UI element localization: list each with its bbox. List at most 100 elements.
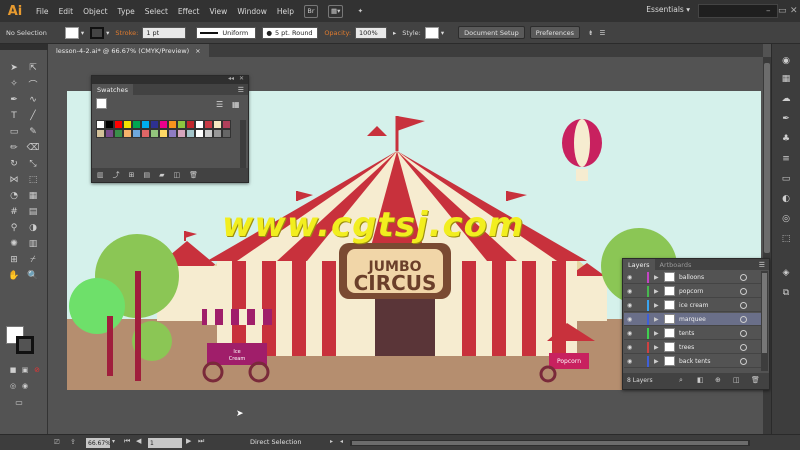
swatch-item[interactable] — [132, 129, 141, 138]
panel-menu-icon[interactable]: ☰ — [238, 86, 244, 94]
swatch-item[interactable] — [96, 120, 105, 129]
close-icon[interactable]: ✕ — [790, 6, 798, 16]
layer-row[interactable]: ◉ ▶ popcorn — [624, 285, 768, 298]
width-tool-icon[interactable]: ⋈ — [7, 174, 21, 186]
list-view-icon[interactable]: ☰ — [216, 100, 223, 109]
fill-color-swatch[interactable] — [64, 26, 79, 39]
layers-menu-icon[interactable]: ☰ — [759, 261, 765, 269]
graphic-style-swatch[interactable] — [424, 26, 439, 39]
new-swatch-icon[interactable]: ◫ — [174, 171, 181, 179]
delete-swatch-icon[interactable]: 🗑 — [189, 171, 198, 179]
swatch-item[interactable] — [204, 120, 213, 129]
layer-row[interactable]: ◉ ▶ tents — [624, 327, 768, 340]
none-mode-icon[interactable]: ⊘ — [30, 364, 44, 376]
transparency-panel-icon[interactable]: ◐ — [778, 192, 794, 206]
swatch-item[interactable] — [177, 120, 186, 129]
pencil-tool-icon[interactable]: ✏ — [7, 142, 21, 154]
swatch-item[interactable] — [222, 129, 231, 138]
free-transform-tool-icon[interactable]: ⬚ — [26, 174, 40, 186]
layer-name[interactable]: back tents — [679, 358, 737, 365]
scale-tool-icon[interactable]: ⤡ — [26, 158, 40, 170]
swatch-item[interactable] — [222, 120, 231, 129]
zoom-dropdown-icon[interactable]: ▾ — [112, 438, 115, 445]
brush-label[interactable]: 5 pt. Round — [275, 29, 313, 37]
current-fill-swatch[interactable] — [96, 98, 107, 109]
layer-target-icon[interactable] — [740, 301, 747, 309]
swatch-item[interactable] — [114, 129, 123, 138]
layer-target-icon[interactable] — [740, 287, 747, 295]
menu-help[interactable]: Help — [277, 7, 294, 16]
swatch-item[interactable] — [105, 129, 114, 138]
swatch-item[interactable] — [123, 120, 132, 129]
layer-row[interactable]: ◉ ▶ trees — [624, 341, 768, 354]
swatch-item[interactable] — [186, 120, 195, 129]
color-guide-icon[interactable]: ▦ — [778, 72, 794, 86]
new-layer-icon[interactable]: ◫ — [733, 376, 740, 384]
document-tab[interactable]: lesson-4-2.ai* @ 66.67% (CMYK/Preview) × — [48, 44, 209, 57]
maximize-icon[interactable]: ▭ — [778, 6, 787, 16]
color-panel-icon[interactable]: ◉ — [778, 54, 794, 68]
visibility-eye-icon[interactable]: ◉ — [627, 358, 637, 365]
swatch-item[interactable] — [177, 129, 186, 138]
swatch-item[interactable] — [96, 129, 105, 138]
swatch-item[interactable] — [168, 129, 177, 138]
status-arrow-left-icon[interactable]: ◂ — [340, 438, 343, 445]
menu-effect[interactable]: Effect — [178, 7, 200, 16]
artboard-number[interactable]: 1 — [150, 440, 154, 447]
visibility-eye-icon[interactable]: ◉ — [627, 330, 637, 337]
layers-scrollbar[interactable] — [761, 271, 768, 371]
draw-behind-icon[interactable]: ◉ — [18, 380, 32, 392]
delete-layer-icon[interactable]: 🗑 — [751, 376, 760, 384]
menu-file[interactable]: File — [36, 7, 49, 16]
stroke-weight-value[interactable]: 1 pt — [146, 29, 159, 37]
gradient-tool-icon[interactable]: ▤ — [26, 206, 40, 218]
visibility-eye-icon[interactable]: ◉ — [627, 274, 637, 281]
previous-artboard-icon[interactable]: ◀ — [136, 437, 141, 445]
fill-dropdown-icon[interactable]: ▾ — [81, 29, 84, 37]
expand-layer-icon[interactable]: ▶ — [654, 330, 662, 337]
symbols-icon[interactable]: ♣ — [778, 132, 794, 146]
variable-width-profile[interactable]: Uniform — [196, 26, 257, 39]
layer-name[interactable]: ice cream — [679, 302, 737, 309]
last-artboard-icon[interactable]: ⏭ — [198, 437, 204, 446]
type-tool-icon[interactable]: T — [7, 110, 21, 122]
opacity-value[interactable]: 100% — [359, 29, 378, 37]
visibility-eye-icon[interactable]: ◉ — [627, 344, 637, 351]
menu-window[interactable]: Window — [237, 7, 267, 16]
clipping-mask-icon[interactable]: ◧ — [697, 376, 704, 384]
direct-selection-tool-icon[interactable]: ⇱ — [26, 62, 40, 74]
layer-name[interactable]: marquee — [679, 316, 737, 323]
blend-tool-icon[interactable]: ◑ — [26, 222, 40, 234]
preferences-button[interactable]: Preferences — [529, 26, 580, 39]
stroke-label[interactable]: Stroke: — [115, 29, 138, 37]
appearance-panel-icon[interactable]: ◎ — [778, 212, 794, 226]
swatch-item[interactable] — [141, 120, 150, 129]
gpu-performance-icon[interactable]: ✦ — [353, 5, 367, 18]
swatch-item[interactable] — [204, 129, 213, 138]
swatch-item[interactable] — [186, 129, 195, 138]
menu-object[interactable]: Object — [83, 7, 107, 16]
swatch-libraries-icon[interactable]: ▥ — [97, 171, 104, 179]
swatch-options-icon[interactable]: ▤ — [144, 171, 151, 179]
line-segment-tool-icon[interactable]: ╱ — [26, 110, 40, 122]
first-artboard-icon[interactable]: ⏮ — [124, 437, 130, 446]
artboards-panel-icon[interactable]: ⧉ — [778, 286, 794, 300]
brushes-icon[interactable]: ✒ — [778, 112, 794, 126]
layer-target-icon[interactable] — [740, 273, 747, 281]
expand-layer-icon[interactable]: ▶ — [654, 288, 662, 295]
layer-name[interactable]: tents — [679, 330, 737, 337]
tab-swatches[interactable]: Swatches — [92, 84, 134, 95]
layer-target-icon[interactable] — [740, 357, 747, 365]
swatch-item[interactable] — [141, 129, 150, 138]
swatch-item[interactable] — [195, 120, 204, 129]
symbol-sprayer-tool-icon[interactable]: ✺ — [7, 238, 21, 250]
document-close-button[interactable]: × — [195, 47, 200, 55]
swatch-item[interactable] — [114, 120, 123, 129]
swatch-item[interactable] — [150, 120, 159, 129]
next-artboard-icon[interactable]: ▶ — [186, 437, 191, 445]
menu-edit[interactable]: Edit — [59, 7, 74, 16]
control-panel-menu-icon[interactable]: ☰ — [599, 29, 605, 37]
zoom-tool-icon[interactable]: 🔍 — [26, 270, 40, 282]
swatch-item[interactable] — [195, 129, 204, 138]
swatch-item[interactable] — [213, 129, 222, 138]
